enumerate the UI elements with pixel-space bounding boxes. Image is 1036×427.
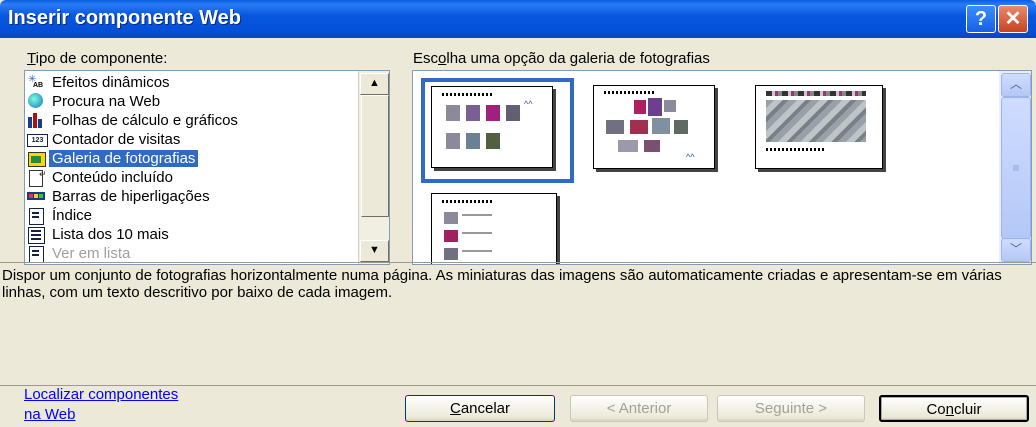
thumb-large-photo — [766, 100, 866, 142]
component-description: Dispor um conjunto de fotografias horizo… — [0, 262, 1036, 386]
help-icon: ? — [974, 8, 988, 30]
close-icon: ✕ — [1004, 8, 1022, 30]
title-bar[interactable]: Inserir componente Web ? ✕ — [0, 0, 1036, 38]
component-item-label: Índice — [52, 207, 93, 224]
thumb-caption-line — [766, 148, 826, 151]
thumb-photo — [648, 98, 662, 116]
find-components-link-line1[interactable]: Localizar componentes — [24, 386, 178, 403]
gallery-options-label: Escolha uma opção da galeria de fotograf… — [413, 50, 710, 67]
component-item-label: Procura na Web — [52, 93, 161, 110]
chevron-up-icon: ︿ — [1009, 77, 1022, 91]
window-title: Inserir componente Web — [8, 7, 242, 29]
component-type-list[interactable]: ✳ AB Efeitos dinâmicos Procura na Web Folhas… — [24, 70, 390, 265]
thumb-photo — [606, 120, 624, 134]
thumb-text-line — [462, 232, 492, 234]
component-list-scrollbar[interactable]: ▲ ▼ — [358, 71, 389, 264]
thumb-photo — [674, 120, 688, 134]
thumb-photo — [444, 248, 458, 260]
component-item[interactable]: Lista dos 10 mais — [27, 225, 353, 244]
component-item-label: Barras de hiperligações — [52, 188, 210, 205]
component-item-label: Ver em lista — [52, 245, 131, 262]
thumb-photo — [664, 100, 676, 112]
thumb-photo — [444, 230, 458, 242]
thumb-photo — [652, 118, 670, 134]
thumb-photo — [486, 133, 500, 149]
find-components-link-line2[interactable]: na Web — [24, 406, 75, 423]
chevron-down-icon: ﹀ — [1009, 242, 1022, 256]
gallery-options-list[interactable]: ^^ ^^ ︿ ≡ ﹀ — [412, 70, 1032, 265]
top-ten-list-icon — [27, 226, 47, 244]
next-button[interactable]: Seguinte > — [717, 395, 865, 422]
scrollbar-thumb[interactable] — [361, 95, 389, 217]
thumb-text-line — [462, 250, 492, 252]
component-type-label: Tipo de componente: — [27, 50, 168, 67]
component-item-label: Efeitos dinâmicos — [52, 74, 170, 91]
component-item[interactable]: ↵ Conteúdo incluído — [27, 168, 353, 187]
included-content-icon: ↵ — [27, 169, 47, 187]
gallery-scrollbar-thumb[interactable]: ≡ — [1001, 97, 1031, 239]
close-button[interactable]: ✕ — [998, 5, 1028, 33]
component-item[interactable]: Barras de hiperligações — [27, 187, 353, 206]
gallery-option-slideshow[interactable] — [755, 85, 883, 169]
thumb-photo — [506, 105, 520, 121]
thumb-photo — [446, 105, 460, 121]
thumb-title-line — [442, 200, 492, 203]
component-item-label: Lista dos 10 mais — [52, 226, 169, 243]
component-item[interactable]: Procura na Web — [27, 92, 353, 111]
spreadsheet-chart-icon — [27, 112, 47, 129]
grip-icon: ≡ — [1012, 161, 1020, 175]
list-view-icon — [27, 245, 47, 263]
back-button[interactable]: < Anterior — [570, 395, 708, 422]
gallery-scroll-down-button[interactable]: ﹀ — [1001, 238, 1031, 262]
arrow-down-icon: ▼ — [369, 244, 380, 256]
index-icon — [27, 207, 47, 225]
scroll-down-button[interactable]: ▼ — [360, 240, 389, 262]
thumb-photo — [486, 105, 500, 121]
photo-gallery-icon — [27, 150, 47, 167]
thumb-photo — [634, 100, 646, 114]
gallery-option-vertical[interactable] — [431, 193, 557, 264]
component-item-label: Galeria de fotografias — [49, 150, 199, 167]
component-item-label: Contador de visitas — [52, 131, 181, 148]
thumb-photo — [618, 140, 638, 152]
thumb-title-line — [442, 93, 492, 96]
dynamic-effects-icon: ✳ AB — [28, 74, 44, 89]
thumb-photo — [446, 133, 460, 149]
help-button[interactable]: ? — [966, 5, 996, 33]
thumb-photo — [444, 212, 458, 224]
thumb-photo — [466, 105, 480, 121]
gallery-option-montage[interactable]: ^^ — [593, 85, 715, 169]
thumb-photo — [466, 133, 480, 149]
hit-counter-icon: 123 — [27, 131, 48, 148]
component-item[interactable]: ✳ AB Efeitos dinâmicos — [27, 73, 353, 92]
thumb-photo — [630, 120, 648, 134]
component-item-label: Conteúdo incluído — [52, 169, 173, 186]
arrow-up-icon: ▲ — [369, 77, 380, 89]
component-item[interactable]: Folhas de cálculo e gráficos — [27, 111, 353, 130]
thumb-wave: ^^ — [686, 152, 695, 162]
component-item[interactable]: Ver em lista — [27, 244, 353, 263]
cancel-button[interactable]: Cancelar — [405, 395, 555, 422]
link-bar-icon — [27, 188, 47, 205]
finish-button[interactable]: Concluir — [879, 395, 1029, 422]
component-item[interactable]: Índice — [27, 206, 353, 225]
thumb-photo — [644, 140, 660, 152]
gallery-option-horizontal[interactable]: ^^ — [431, 86, 553, 168]
thumb-title-line — [604, 91, 654, 94]
gallery-scrollbar[interactable]: ︿ ≡ ﹀ — [999, 71, 1031, 264]
gallery-scroll-up-button[interactable]: ︿ — [1001, 73, 1031, 97]
component-item[interactable]: Galeria de fotografias — [27, 149, 353, 168]
scroll-up-button[interactable]: ▲ — [360, 73, 389, 95]
component-item[interactable]: 123 Contador de visitas — [27, 130, 353, 149]
component-item-label: Folhas de cálculo e gráficos — [52, 112, 238, 129]
thumb-filmstrip — [766, 91, 866, 96]
web-search-icon — [27, 93, 47, 110]
thumb-text-line — [462, 214, 492, 216]
thumb-wave: ^^ — [524, 99, 533, 109]
